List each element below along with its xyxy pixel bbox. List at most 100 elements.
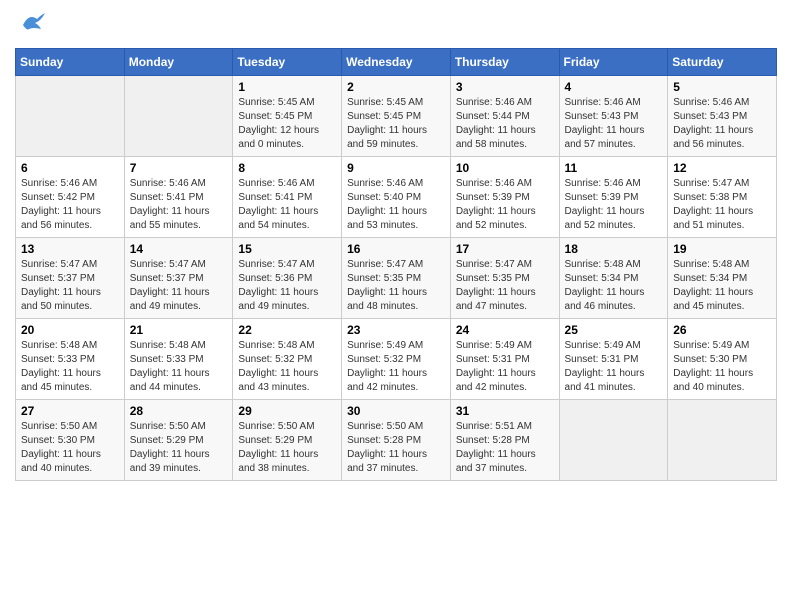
calendar-cell: 25Sunrise: 5:49 AMSunset: 5:31 PMDayligh…: [559, 319, 668, 400]
sunrise-text: Sunrise: 5:45 AM: [347, 97, 423, 108]
calendar-cell: 22Sunrise: 5:48 AMSunset: 5:32 PMDayligh…: [233, 319, 342, 400]
sunset-text: Sunset: 5:38 PM: [673, 192, 747, 203]
calendar-cell: 17Sunrise: 5:47 AMSunset: 5:35 PMDayligh…: [450, 238, 559, 319]
day-info: Sunrise: 5:50 AMSunset: 5:29 PMDaylight:…: [238, 420, 336, 476]
day-info: Sunrise: 5:46 AMSunset: 5:40 PMDaylight:…: [347, 177, 445, 233]
day-number: 6: [21, 161, 119, 175]
day-info: Sunrise: 5:47 AM Sunset: 5:35 PM Daylight:…: [456, 258, 554, 314]
sunrise-text: Sunrise: 5:47 AM: [456, 259, 532, 270]
calendar-cell: 8Sunrise: 5:46 AMSunset: 5:41 PMDaylight…: [233, 157, 342, 238]
page-header: [15, 15, 777, 38]
weekday-header-friday: Friday: [559, 49, 668, 76]
calendar-cell: 31Sunrise: 5:51 AMSunset: 5:28 PMDayligh…: [450, 400, 559, 481]
day-info: Sunrise: 5:49 AMSunset: 5:31 PMDaylight:…: [565, 339, 663, 395]
daylight-text: Daylight: 11 hours: [565, 368, 645, 379]
day-info: Sunrise: 5:50 AMSunset: 5:30 PMDaylight:…: [21, 420, 119, 476]
day-number: 15: [238, 242, 336, 256]
daylight-text: Daylight: 11 hours: [347, 368, 427, 379]
day-number: 18: [565, 242, 663, 256]
day-info: Sunrise: 5:46 AMSunset: 5:39 PMDaylight:…: [456, 177, 554, 233]
calendar-cell: 6Sunrise: 5:46 AMSunset: 5:42 PMDaylight…: [16, 157, 125, 238]
daylight-text: and 38 minutes.: [238, 463, 309, 474]
day-info: Sunrise: 5:49 AMSunset: 5:31 PMDaylight:…: [456, 339, 554, 395]
day-number: 2: [347, 80, 445, 94]
calendar-header-row: SundayMondayTuesdayWednesdayThursdayFrid…: [16, 49, 777, 76]
day-info: Sunrise: 5:50 AMSunset: 5:29 PMDaylight:…: [130, 420, 228, 476]
day-info: Sunrise: 5:47 AMSunset: 5:37 PMDaylight:…: [21, 258, 119, 314]
daylight-text: Daylight: 11 hours: [130, 206, 210, 217]
day-number: 20: [21, 323, 119, 337]
daylight-text: Daylight: 11 hours: [456, 449, 536, 460]
day-info: Sunrise: 5:45 AMSunset: 5:45 PMDaylight:…: [347, 96, 445, 152]
sunrise-text: Sunrise: 5:49 AM: [456, 340, 532, 351]
day-info: Sunrise: 5:45 AMSunset: 5:45 PMDaylight:…: [238, 96, 336, 152]
calendar-cell: 23Sunrise: 5:49 AMSunset: 5:32 PMDayligh…: [342, 319, 451, 400]
day-number: 3: [456, 80, 554, 94]
daylight-text: Daylight: 11 hours: [130, 368, 210, 379]
sunrise-text: Sunrise: 5:48 AM: [565, 259, 641, 270]
calendar-cell: 14Sunrise: 5:47 AMSunset: 5:37 PMDayligh…: [124, 238, 233, 319]
daylight-text: Daylight: 12 hours: [238, 125, 319, 136]
daylight-text: Daylight: 11 hours: [238, 287, 318, 298]
daylight-text: and 46 minutes.: [565, 301, 636, 312]
sunset-text: Sunset: 5:41 PM: [238, 192, 312, 203]
daylight-text: Daylight: 11 hours: [21, 368, 101, 379]
calendar-week-row: 13Sunrise: 5:47 AMSunset: 5:37 PMDayligh…: [16, 238, 777, 319]
daylight-text: and 56 minutes.: [673, 139, 744, 150]
day-number: 12: [673, 161, 771, 175]
sunrise-text: Sunrise: 5:50 AM: [347, 421, 423, 432]
calendar-week-row: 20 Sunrise: 5:48 AMSunset: 5:33 PMDayligh…: [16, 319, 777, 400]
daylight-text: Daylight: 11 hours: [238, 368, 318, 379]
daylight-text: and 45 minutes.: [673, 301, 744, 312]
day-info: Sunrise: 5:47 AMSunset: 5:37 PMDaylight:…: [130, 258, 228, 314]
sunset-text: Sunset: 5:39 PM: [565, 192, 639, 203]
day-number: 10: [456, 161, 554, 175]
sunset-text: Sunset: 5:36 PM: [238, 273, 312, 284]
calendar-cell: 29Sunrise: 5:50 AMSunset: 5:29 PMDayligh…: [233, 400, 342, 481]
calendar-cell: 19Sunrise: 5:48 AMSunset: 5:34 PMDayligh…: [668, 238, 777, 319]
day-info: Sunrise: 5:48 AMSunset: 5:34 PMDaylight:…: [673, 258, 771, 314]
daylight-text: Daylight: 11 hours: [238, 449, 318, 460]
sunset-text: Sunset: 5:34 PM: [673, 273, 747, 284]
weekday-header-thursday: Thursday: [450, 49, 559, 76]
day-info: Sunrise: 5:46 AMSunset: 5:43 PMDaylight:…: [565, 96, 663, 152]
day-number: 13: [21, 242, 119, 256]
day-info: Sunrise: 5:47 AMSunset: 5:35 PMDaylight:…: [347, 258, 445, 314]
daylight-text: Daylight: 11 hours: [456, 368, 536, 379]
sunrise-text: Sunrise: 5:47 AM: [21, 259, 97, 270]
day-info: Sunrise: 5:47 AMSunset: 5:38 PMDaylight:…: [673, 177, 771, 233]
day-info: Sunrise: 5:46 AMSunset: 5:44 PMDaylight:…: [456, 96, 554, 152]
sunrise-text: Sunrise: 5:50 AM: [238, 421, 314, 432]
calendar-cell: 11Sunrise: 5:46 AMSunset: 5:39 PMDayligh…: [559, 157, 668, 238]
day-number: 26: [673, 323, 771, 337]
sunset-text: Sunset: 5:35 PM: [456, 273, 530, 284]
daylight-text: Daylight: 11 hours: [456, 125, 536, 136]
calendar-cell: 3 Sunrise: 5:46 AMSunset: 5:44 PMDaylight…: [450, 76, 559, 157]
calendar-cell: [668, 400, 777, 481]
daylight-text: Daylight: 11 hours: [238, 206, 318, 217]
day-info: Sunrise: 5:48 AMSunset: 5:33 PMDaylight:…: [130, 339, 228, 395]
sunset-text: Sunset: 5:28 PM: [347, 435, 421, 446]
calendar-body: 1Sunrise: 5:45 AMSunset: 5:45 PMDaylight…: [16, 76, 777, 481]
daylight-text: and 45 minutes.: [21, 382, 92, 393]
daylight-text: and 59 minutes.: [347, 139, 418, 150]
calendar-cell: 27Sunrise: 5:50 AMSunset: 5:30 PMDayligh…: [16, 400, 125, 481]
daylight-text: and 52 minutes.: [565, 220, 636, 231]
calendar-cell: 4Sunrise: 5:46 AMSunset: 5:43 PMDaylight…: [559, 76, 668, 157]
sunset-text: Sunset: 5:37 PM: [130, 273, 204, 284]
daylight-text: and 37 minutes.: [456, 463, 527, 474]
sunset-text: Sunset: 5:37 PM: [21, 273, 95, 284]
calendar-week-row: 1Sunrise: 5:45 AMSunset: 5:45 PMDaylight…: [16, 76, 777, 157]
calendar-cell: [16, 76, 125, 157]
calendar-week-row: 27Sunrise: 5:50 AMSunset: 5:30 PMDayligh…: [16, 400, 777, 481]
sunset-text: Sunset: 5:41 PM: [130, 192, 204, 203]
day-info: Sunrise: 5:46 AMSunset: 5:41 PMDaylight:…: [238, 177, 336, 233]
day-number: 31: [456, 404, 554, 418]
daylight-text: and 49 minutes.: [238, 301, 309, 312]
sunset-text: Sunset: 5:43 PM: [673, 111, 747, 122]
calendar-cell: 18Sunrise: 5:48 AMSunset: 5:34 PMDayligh…: [559, 238, 668, 319]
calendar-cell: 28Sunrise: 5:50 AMSunset: 5:29 PMDayligh…: [124, 400, 233, 481]
daylight-text: Daylight: 11 hours: [130, 287, 210, 298]
day-number: 30: [347, 404, 445, 418]
daylight-text: Daylight: 11 hours: [456, 287, 536, 298]
